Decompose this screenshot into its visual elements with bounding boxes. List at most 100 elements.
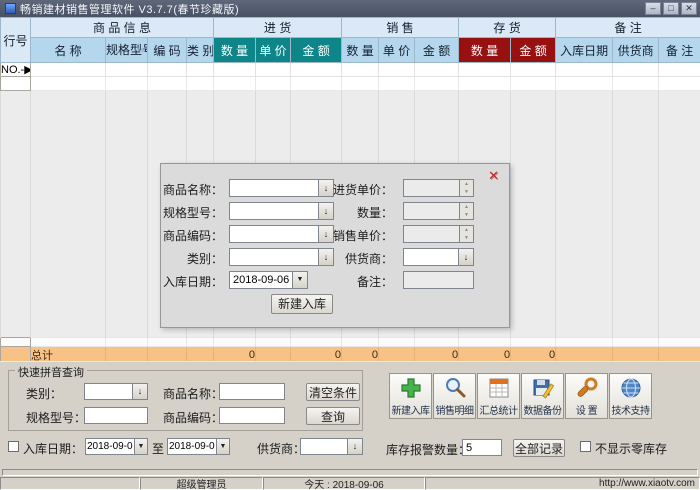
column-header-purchase-amount[interactable]: 金 额 (291, 38, 342, 63)
column-header-spec[interactable]: 规格型号▼ (106, 38, 148, 63)
spin-up-icon[interactable]: ▲ (460, 226, 473, 234)
grid-cell (106, 338, 148, 347)
search-spec-field[interactable] (84, 407, 148, 424)
spin-up-icon[interactable]: ▲ (460, 180, 473, 188)
note-field[interactable] (403, 271, 474, 289)
supplier-input[interactable] (403, 248, 459, 266)
grid-cell[interactable] (613, 63, 659, 77)
combo-arrow-icon[interactable]: ↓ (459, 248, 474, 266)
combo-arrow-icon[interactable]: ↓ (133, 383, 148, 400)
clear-filters-button[interactable]: 清空条件 (306, 383, 360, 401)
grid-cell[interactable] (659, 63, 700, 77)
grid-cell[interactable] (459, 63, 511, 77)
bottom-supplier-combo[interactable]: ↓ (300, 438, 363, 455)
spinner-buttons[interactable]: ▲▼ (460, 179, 474, 197)
stock-alert-field[interactable] (462, 439, 502, 456)
group-header-purchase: 进 货 (214, 18, 342, 38)
dropdown-icon[interactable]: ▼ (217, 438, 230, 455)
category-label: 类别： (163, 250, 223, 267)
grid-cell[interactable] (31, 63, 106, 77)
column-header-note[interactable]: 备 注 (659, 38, 700, 63)
grid-cell[interactable] (415, 63, 459, 77)
date-to-picker[interactable]: ▼ (167, 438, 230, 455)
note-input[interactable] (403, 271, 474, 289)
dropdown-icon[interactable]: ▼ (135, 438, 148, 455)
new-stock-toolbutton[interactable]: 新建入库 (389, 373, 432, 419)
column-header-sales-qty[interactable]: 数 量 (342, 38, 379, 63)
spin-down-icon[interactable]: ▼ (460, 188, 473, 196)
create-stock-button[interactable]: 新建入库 (271, 294, 333, 314)
date-from-picker[interactable]: ▼ (85, 438, 148, 455)
grid-cell[interactable] (187, 63, 214, 77)
minimize-button[interactable]: – (645, 2, 661, 15)
column-header-stock-qty[interactable]: 数 量 (459, 38, 511, 63)
search-spec-input[interactable] (84, 407, 148, 424)
grid-cell[interactable] (148, 63, 187, 77)
spinner-buttons[interactable]: ▲▼ (460, 225, 474, 243)
combo-arrow-icon[interactable]: ↓ (348, 438, 363, 455)
column-header-stock-date[interactable]: 入库日期 (556, 38, 613, 63)
dialog-close-icon[interactable]: ✕ (488, 168, 499, 184)
settings-toolbutton[interactable]: 设 置 (565, 373, 608, 419)
stock-date-input[interactable] (229, 271, 293, 289)
sale-price-spinner[interactable]: ▲▼ (403, 225, 474, 243)
purchase-price-spinner[interactable]: ▲▼ (403, 179, 474, 197)
grid-cell (459, 77, 511, 91)
all-records-button[interactable]: 全部记录 (513, 439, 565, 457)
search-code-field[interactable] (219, 407, 285, 424)
bottom-supplier-input[interactable] (300, 438, 348, 455)
supplier-combo[interactable]: ↓ (403, 248, 474, 266)
stock-alert-input[interactable] (462, 439, 502, 456)
search-category-combo[interactable]: ↓ (84, 383, 148, 400)
grid-cell[interactable] (106, 63, 148, 77)
spin-down-icon[interactable]: ▼ (460, 211, 473, 219)
purchase-price-input[interactable] (403, 179, 460, 197)
search-name-field[interactable] (219, 383, 285, 400)
tech-support-toolbutton[interactable]: 技术支持 (609, 373, 652, 419)
grid-row-empty (1, 338, 700, 347)
spin-down-icon[interactable]: ▼ (460, 234, 473, 242)
column-header-purchase-qty[interactable]: 数 量 (214, 38, 256, 63)
globe-icon (619, 374, 643, 402)
hide-zero-stock-label: 不显示零库存 (595, 440, 667, 457)
column-header-purchase-price[interactable]: 单 价 (256, 38, 291, 63)
column-header-sales-price[interactable]: 单 价 (379, 38, 415, 63)
grid-cell[interactable] (556, 63, 613, 77)
query-button[interactable]: 查询 (306, 407, 360, 425)
supplier-label: 供货商： (303, 250, 393, 267)
status-bar: 超级管理员 今天 : 2018-09-06 http://www.xiaotv.… (0, 477, 700, 490)
grid-cell[interactable] (214, 63, 256, 77)
grid-cell[interactable] (256, 63, 291, 77)
sale-price-input[interactable] (403, 225, 460, 243)
column-header-category[interactable]: 类 别 (187, 38, 214, 63)
quantity-spinner[interactable]: ▲▼ (403, 202, 474, 220)
search-category-input[interactable] (84, 383, 133, 400)
maximize-button[interactable]: □ (663, 2, 679, 15)
column-header-sales-amount[interactable]: 金 额 (415, 38, 459, 63)
stock-date-picker[interactable]: ▼ (229, 271, 308, 289)
close-button[interactable]: ✕ (681, 2, 697, 15)
status-url[interactable]: http://www.xiaotv.com (425, 477, 700, 490)
data-backup-toolbutton[interactable]: 数据备份 (521, 373, 564, 419)
column-header-code[interactable]: 编 码 (148, 38, 187, 63)
grid-cell[interactable] (379, 63, 415, 77)
column-header-name[interactable]: 名 称 (31, 38, 106, 63)
column-header-stock-amount[interactable]: 金 额 (511, 38, 556, 63)
spinner-buttons[interactable]: ▲▼ (460, 202, 474, 220)
grid-cell[interactable] (342, 63, 379, 77)
column-header-supplier[interactable]: 供货商 (613, 38, 659, 63)
date-from-input[interactable] (85, 438, 135, 455)
spec-label: 规格型号： (163, 204, 223, 221)
grid-cell (291, 338, 342, 347)
search-name-input[interactable] (219, 383, 285, 400)
quantity-input[interactable] (403, 202, 460, 220)
date-to-input[interactable] (167, 438, 217, 455)
search-code-input[interactable] (219, 407, 285, 424)
grid-cell[interactable] (511, 63, 556, 77)
date-filter-checkbox[interactable] (8, 441, 19, 452)
summary-stats-toolbutton[interactable]: 汇总统计 (477, 373, 520, 419)
sales-detail-toolbutton[interactable]: 销售明细 (433, 373, 476, 419)
hide-zero-stock-checkbox[interactable] (580, 441, 591, 452)
spin-up-icon[interactable]: ▲ (460, 203, 473, 211)
grid-cell[interactable] (291, 63, 342, 77)
